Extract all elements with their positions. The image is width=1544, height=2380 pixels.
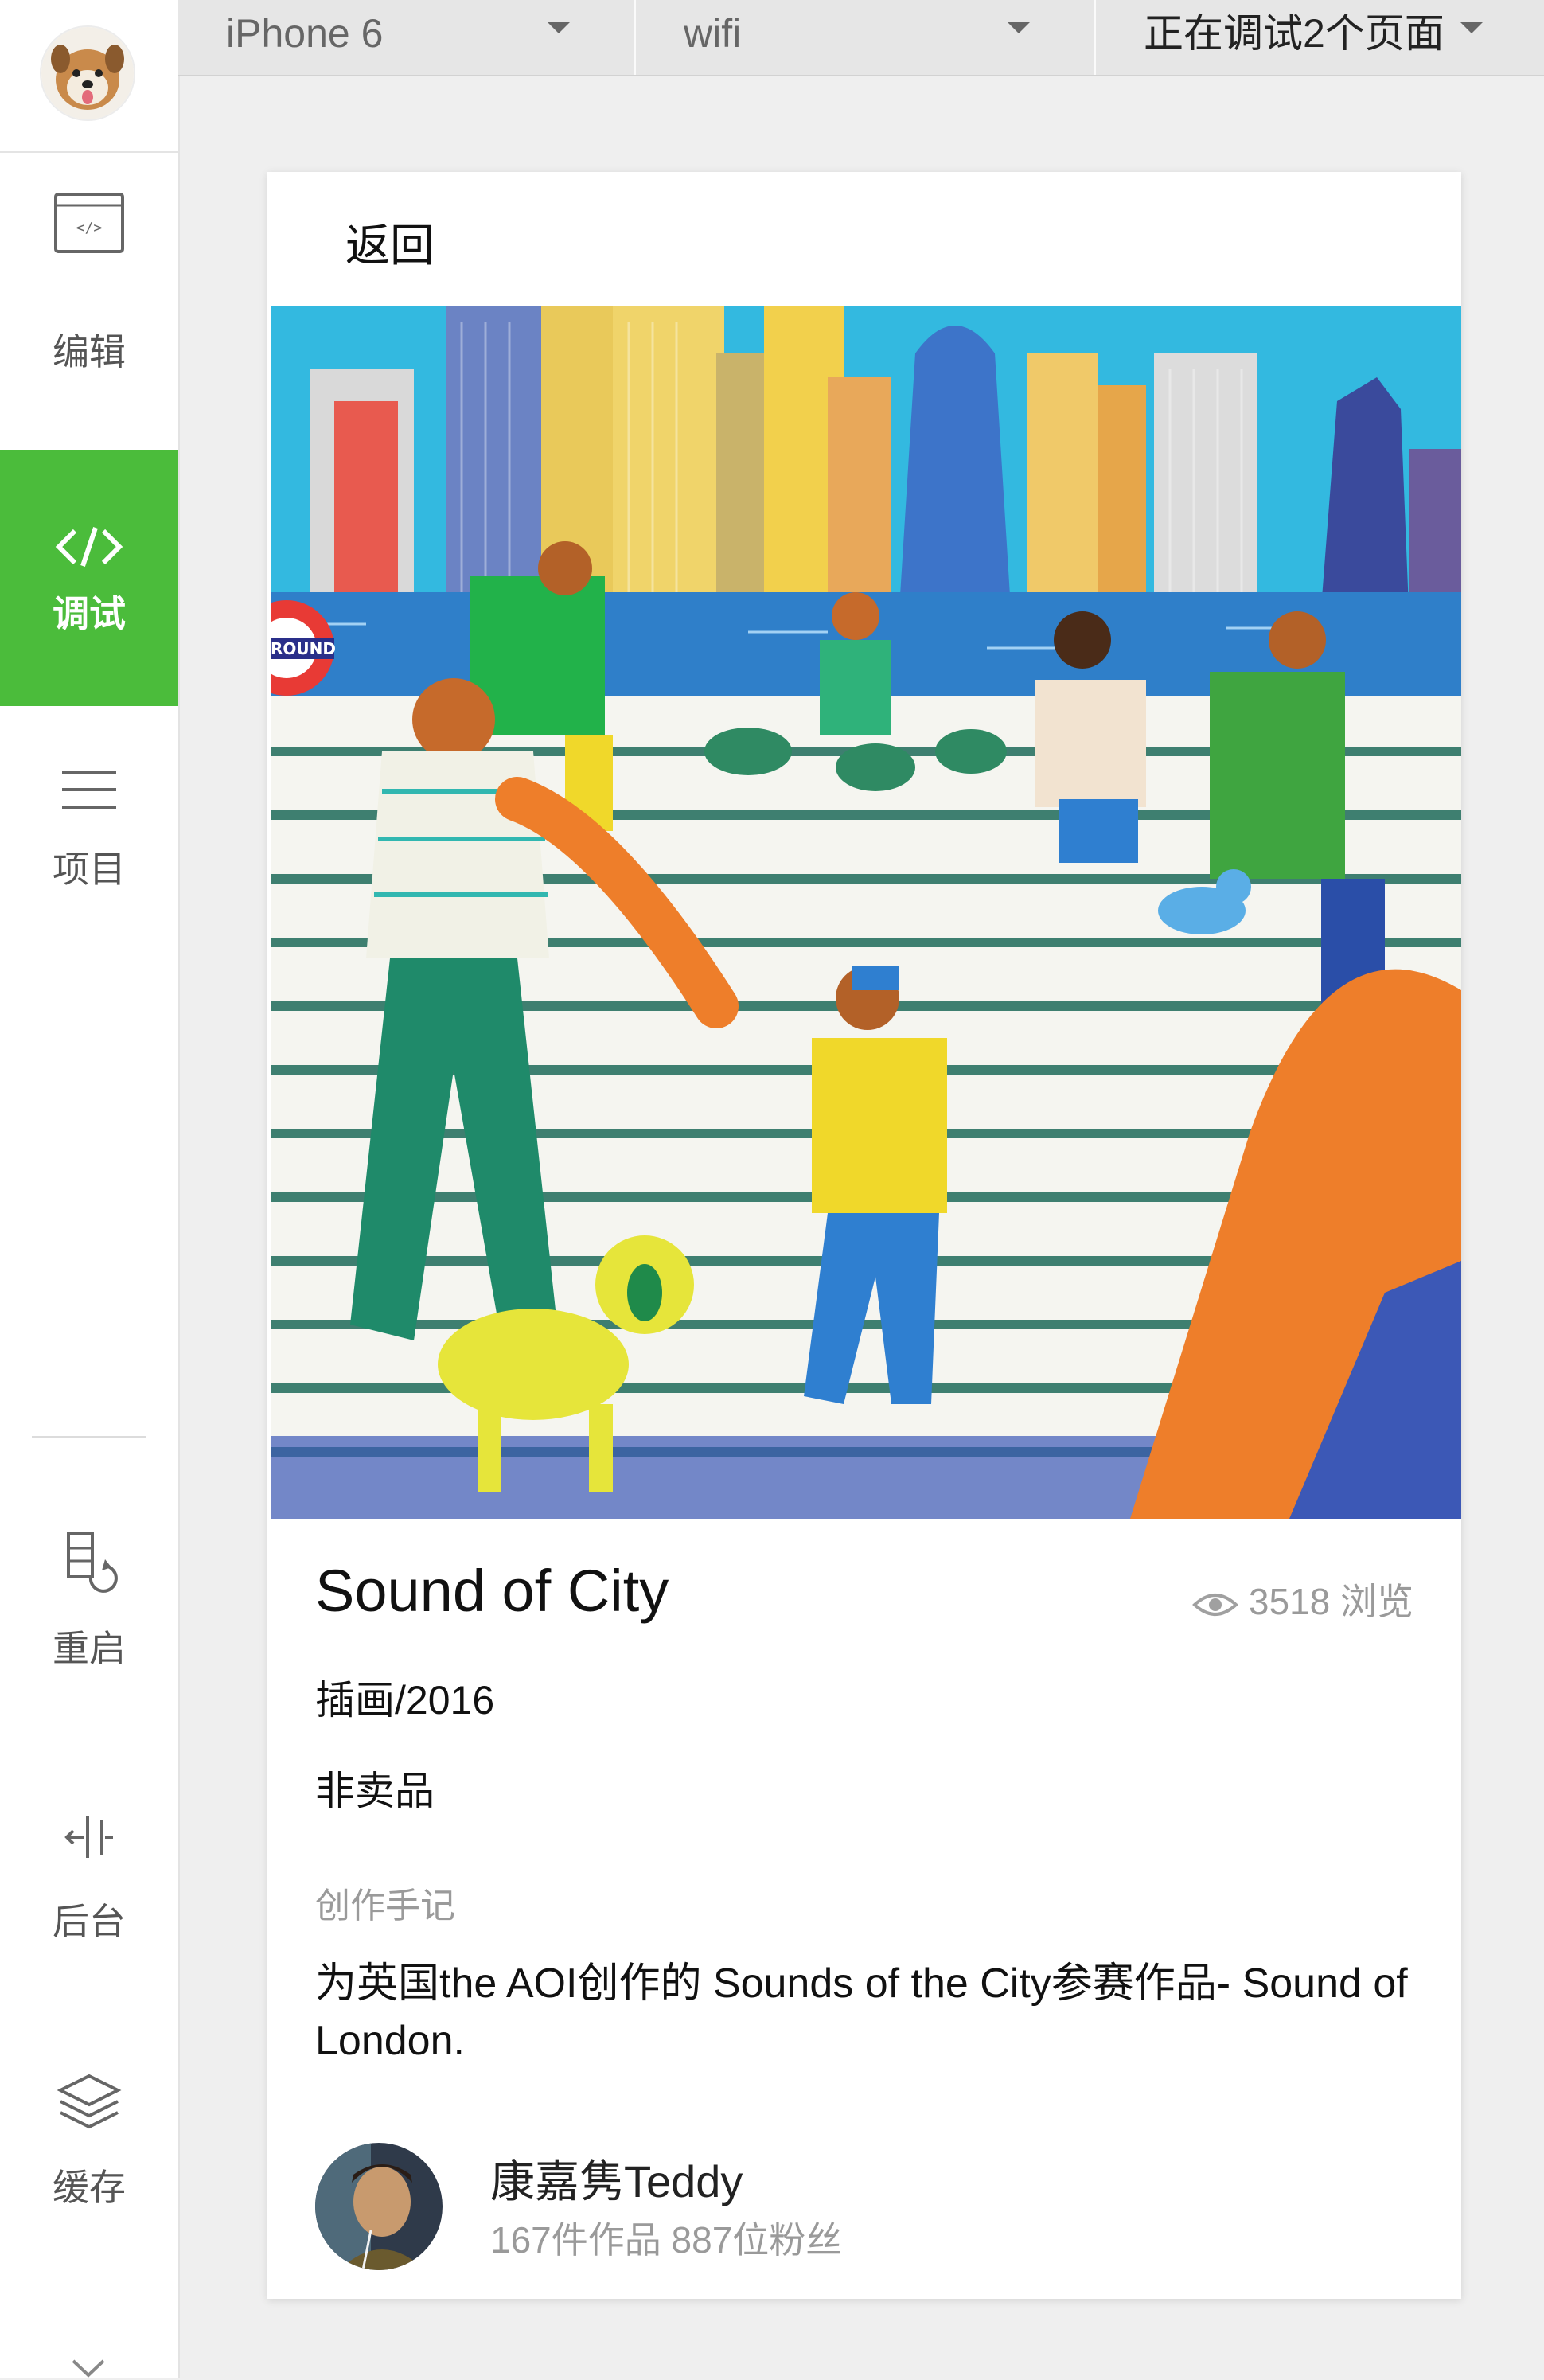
sidebar-item-debug[interactable]: 调试	[0, 450, 178, 706]
dog-avatar-icon	[41, 27, 134, 119]
view-count: 3518 浏览	[1191, 1573, 1413, 1625]
artwork-title: Sound of City	[315, 1558, 669, 1624]
user-avatar-area	[0, 0, 178, 153]
sidebar: </> 编辑 调试 项目 重启 后台 缓存	[0, 0, 180, 2378]
back-button[interactable]: 返回	[345, 210, 435, 275]
sidebar-label-restart: 重启	[53, 1628, 126, 1669]
network-select-value: wifi	[684, 11, 742, 56]
layers-icon	[57, 2074, 122, 2129]
network-select[interactable]: wifi	[636, 0, 1096, 75]
sale-status: 非卖品	[315, 1769, 435, 1813]
notes-label: 创作手记	[315, 1886, 455, 1925]
background-icon	[64, 1816, 113, 1858]
pages-select[interactable]: 正在调试2个页面	[1096, 0, 1544, 75]
sidebar-label-cache: 缓存	[53, 2167, 126, 2208]
hamburger-menu-icon	[62, 771, 116, 809]
sidebar-label-project: 项目	[53, 849, 126, 890]
sidebar-label-debug: 调试	[53, 593, 126, 634]
chevron-down-icon	[548, 22, 570, 33]
chevron-down-icon	[1008, 22, 1030, 33]
artwork-notes: 为英国the AOI创作的 Sounds of the City参赛作品- So…	[315, 1961, 1408, 2064]
author-photo	[315, 2143, 443, 2270]
artwork-sign-text: ROUND	[271, 639, 336, 658]
author-avatar[interactable]	[315, 2143, 443, 2270]
view-count-text: 3518 浏览	[1248, 1581, 1413, 1622]
sidebar-item-restart[interactable]: 重启	[0, 1524, 178, 1669]
eye-icon	[1191, 1593, 1238, 1616]
sidebar-item-cache[interactable]: 缓存	[0, 2062, 178, 2221]
sidebar-label-background: 后台	[53, 1901, 126, 1942]
device-select[interactable]: iPhone 6	[178, 0, 636, 75]
sidebar-item-edit[interactable]: </> 编辑	[0, 183, 178, 373]
author-stats: 167件作品 887位粉丝	[490, 2219, 843, 2261]
artwork-illustration: ROUND	[271, 306, 1461, 1519]
artwork-image[interactable]: ROUND	[271, 306, 1461, 1519]
artwork-category: 插画/2016	[315, 1678, 495, 1723]
sidebar-item-project[interactable]: 项目	[0, 748, 178, 892]
restart-icon	[67, 1532, 118, 1593]
code-window-icon: </>	[54, 193, 124, 253]
device-select-value: iPhone 6	[226, 11, 384, 56]
debug-toolbar: iPhone 6 wifi 正在调试2个页面	[178, 0, 1544, 76]
sidebar-divider	[32, 1436, 146, 1438]
sidebar-label-edit: 编辑	[53, 331, 126, 373]
code-brackets-icon	[55, 527, 123, 567]
chevron-down-icon[interactable]	[68, 2356, 108, 2380]
sidebar-item-background[interactable]: 后台	[0, 1799, 178, 1942]
phone-preview-card: 返回 ROUND Sound of City 3518 浏览 插画/2016 非…	[267, 172, 1461, 2299]
author-name[interactable]: 康嘉隽Teddy	[490, 2146, 743, 2210]
pages-select-value: 正在调试2个页面	[1144, 11, 1445, 56]
svg-text:</>: </>	[76, 220, 103, 236]
user-avatar[interactable]	[40, 25, 135, 121]
chevron-down-icon	[1460, 22, 1483, 33]
